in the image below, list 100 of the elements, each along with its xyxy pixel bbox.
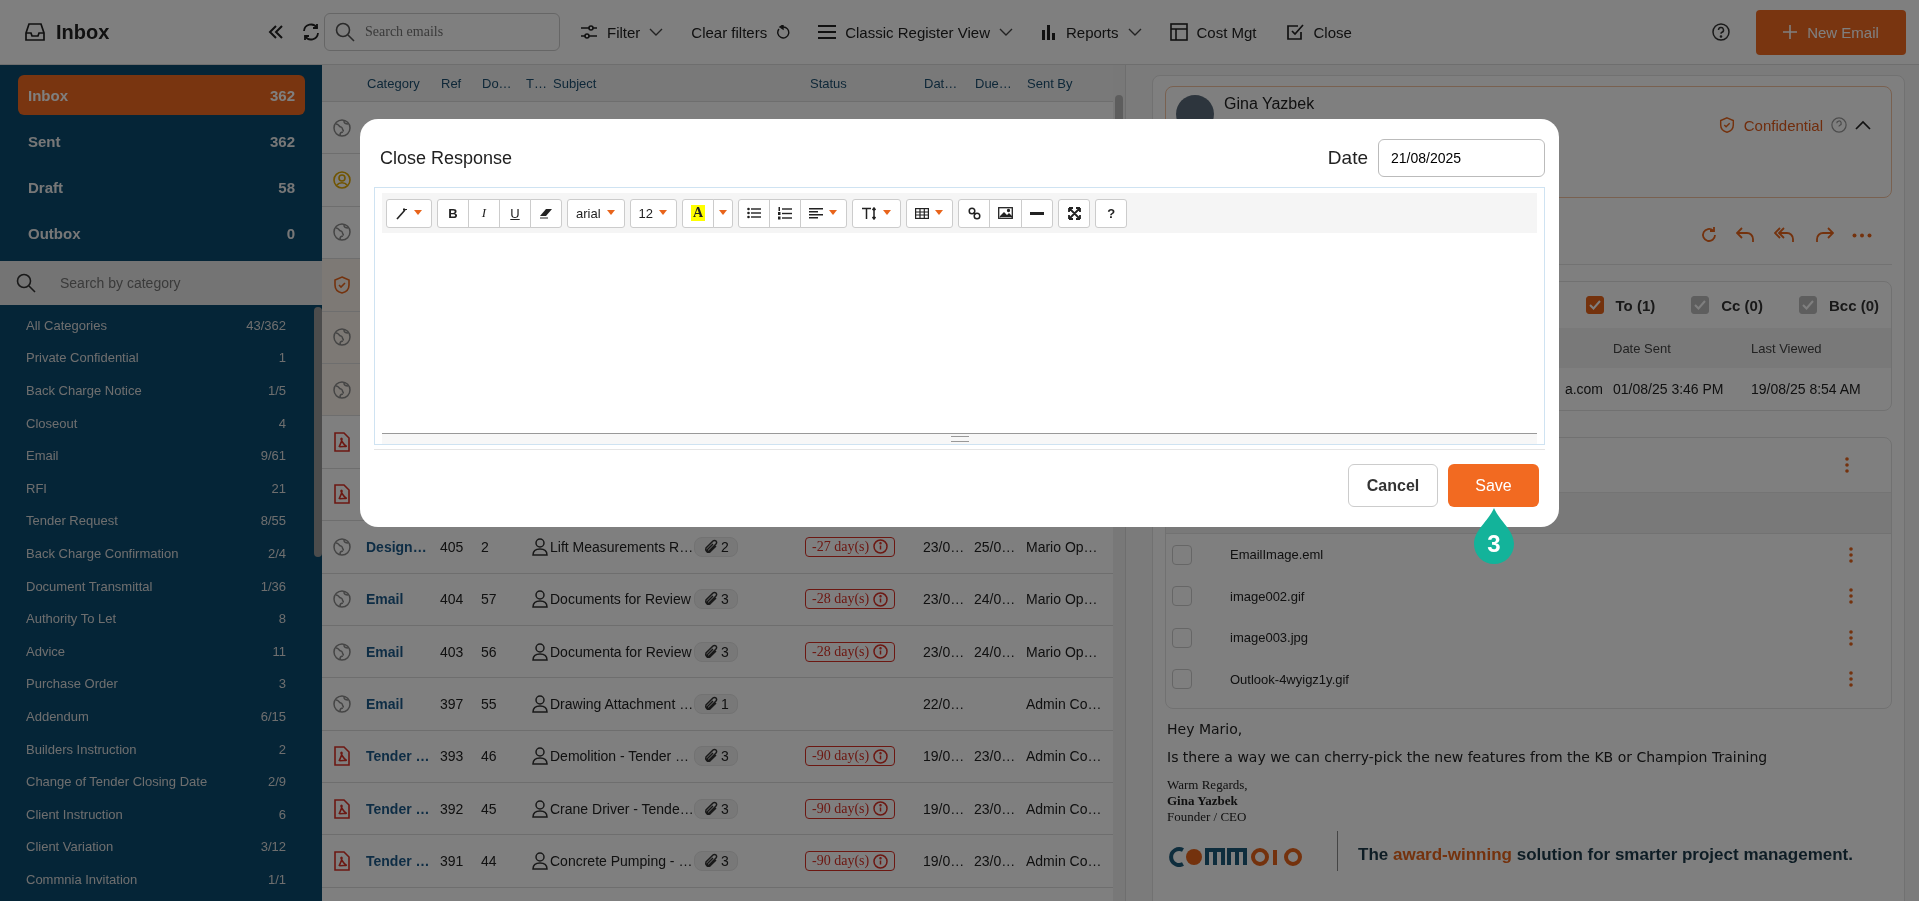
forward-icon[interactable] (1814, 227, 1834, 243)
category-item[interactable]: Builders Instruction 2 (0, 732, 314, 766)
category-item[interactable]: Client Variation 3/12 (0, 830, 314, 864)
editor-tool-button[interactable]: 12 (629, 198, 678, 228)
editor-tool-button[interactable] (1021, 198, 1054, 228)
category-item[interactable]: RFI 21 (0, 471, 314, 505)
search-box[interactable]: Search emails (324, 13, 560, 51)
caret-icon (718, 210, 729, 216)
category-item[interactable]: Addendum 6/15 (0, 700, 314, 733)
editor-tool-button[interactable]: B (437, 198, 469, 228)
column-header[interactable]: Dat… (919, 75, 970, 91)
category-item[interactable]: Authority To Let 8 (0, 602, 314, 635)
column-header[interactable]: T… (521, 75, 548, 91)
column-header[interactable]: Ref (436, 75, 477, 91)
category-link[interactable]: Email (362, 643, 436, 660)
save-button[interactable]: Save (1448, 464, 1539, 507)
category-item[interactable]: Advice 11 (0, 634, 314, 668)
category-item[interactable]: Document Transmittal 1/36 (0, 569, 314, 603)
category-item[interactable]: Back Charge Confirmation 2/4 (0, 537, 314, 570)
editor-tool-button[interactable]: arial (567, 198, 625, 228)
editor-tool-button[interactable] (958, 198, 991, 228)
toolbar-button[interactable]: Cost Mgt (1169, 23, 1257, 41)
category-link[interactable]: Email (362, 591, 436, 608)
column-header[interactable]: Subject (548, 75, 690, 91)
toolbar-button[interactable]: Close (1284, 22, 1352, 42)
editor-tool-button[interactable] (906, 198, 954, 228)
editor-tool-button[interactable] (738, 198, 771, 228)
category-item[interactable]: All Categories 43/362 (0, 309, 314, 342)
file-name[interactable]: image003.jpg (1230, 630, 1849, 646)
reply-all-icon[interactable] (1774, 227, 1796, 243)
category-item[interactable]: Commnia Invitation 1/1 (0, 863, 314, 896)
editor-tool-button[interactable] (1058, 198, 1091, 228)
refresh-icon[interactable] (1700, 226, 1718, 244)
sync-icon[interactable] (300, 22, 322, 42)
file-name[interactable]: Outlook-4wyigz1y.gif (1230, 671, 1849, 687)
folder-item[interactable]: Sent 362 (18, 121, 305, 161)
table-cell-text: 403 (439, 643, 465, 660)
editor-tool-button[interactable] (852, 198, 902, 228)
paperclip-icon (703, 591, 719, 608)
category-item[interactable]: Tender Request 8/55 (0, 504, 314, 538)
checkbox[interactable] (1172, 586, 1192, 607)
editor-tool-button[interactable]: ? (1095, 198, 1128, 228)
column-header[interactable]: Category (362, 75, 436, 91)
new-email-button[interactable]: New Email (1756, 9, 1906, 55)
reply-icon[interactable] (1736, 227, 1756, 243)
color-dropdown-button[interactable] (713, 198, 734, 228)
toolbar-button[interactable]: Reports (1041, 23, 1142, 41)
category-link[interactable]: Tender … (362, 800, 436, 817)
kebab-menu-icon[interactable] (1845, 457, 1849, 473)
editor-tool-button[interactable] (530, 198, 562, 228)
category-item[interactable]: Email 9/61 (0, 439, 314, 472)
category-item[interactable]: Purchase Order 3 (0, 667, 314, 701)
category-item[interactable]: Change of Tender Closing Date 2/9 (0, 765, 314, 798)
cancel-button[interactable]: Cancel (1348, 464, 1438, 507)
toolbar-button[interactable]: Clear filters (691, 23, 791, 41)
category-link[interactable]: Tender … (362, 853, 436, 870)
help-icon[interactable] (1712, 23, 1730, 41)
column-header[interactable]: Do… (477, 75, 521, 91)
category-link[interactable]: Email (362, 696, 436, 712)
checkbox[interactable] (1585, 296, 1604, 314)
help-icon[interactable] (1831, 117, 1847, 133)
folder-item[interactable]: Inbox 362 (18, 75, 305, 115)
more-icon[interactable] (1852, 232, 1872, 238)
kebab-menu-icon[interactable] (1849, 671, 1853, 688)
folder-item[interactable]: Draft 58 (18, 167, 305, 207)
checkbox[interactable] (1172, 544, 1192, 565)
checkbox[interactable] (1172, 627, 1192, 648)
checkbox[interactable] (1172, 669, 1192, 690)
toolbar-button[interactable]: Classic Register View (818, 23, 1013, 41)
kebab-menu-icon[interactable] (1849, 546, 1853, 563)
column-header[interactable]: Status (805, 75, 919, 91)
category-search-box[interactable]: Search by category (0, 261, 322, 305)
category-link[interactable]: Tender … (362, 748, 436, 765)
collapse-icon[interactable] (268, 25, 284, 39)
column-header[interactable]: Due… (970, 75, 1022, 91)
editor-tool-button[interactable]: I (468, 198, 500, 228)
editor-tool-button[interactable]: U (499, 198, 531, 228)
file-name[interactable]: image002.gif (1230, 588, 1849, 604)
toolbar-button[interactable]: Filter (580, 23, 664, 41)
kebab-menu-icon[interactable] (1849, 629, 1853, 646)
highlight-color-button[interactable]: A (682, 198, 715, 228)
resize-handle[interactable] (382, 434, 1537, 444)
column-header[interactable]: Sent By (1022, 75, 1113, 91)
overdue-badge: -90 day(s) (805, 851, 896, 872)
sender-name: Gina Yazbek (1224, 95, 1315, 113)
category-item[interactable]: Closeout 4 (0, 406, 314, 440)
category-link[interactable]: Design… (362, 538, 436, 555)
editor-tool-button[interactable] (800, 198, 848, 228)
category-item[interactable]: Client Instruction 6 (0, 797, 314, 831)
table-cell-text: 24/0… (973, 591, 1017, 608)
editor-tool-button[interactable] (989, 198, 1023, 228)
category-item[interactable]: Back Charge Notice 1/5 (0, 374, 314, 407)
category-item[interactable]: Private Confidential 1 (0, 341, 314, 375)
align-left-icon (809, 207, 824, 219)
kebab-menu-icon[interactable] (1849, 588, 1853, 605)
date-field[interactable]: 21/08/2025 (1378, 139, 1545, 177)
folder-item[interactable]: Outbox 0 (18, 213, 305, 253)
chevron-up-icon[interactable] (1855, 120, 1871, 130)
editor-tool-button[interactable] (769, 198, 802, 228)
category-search-field[interactable]: Search by category (60, 263, 322, 303)
